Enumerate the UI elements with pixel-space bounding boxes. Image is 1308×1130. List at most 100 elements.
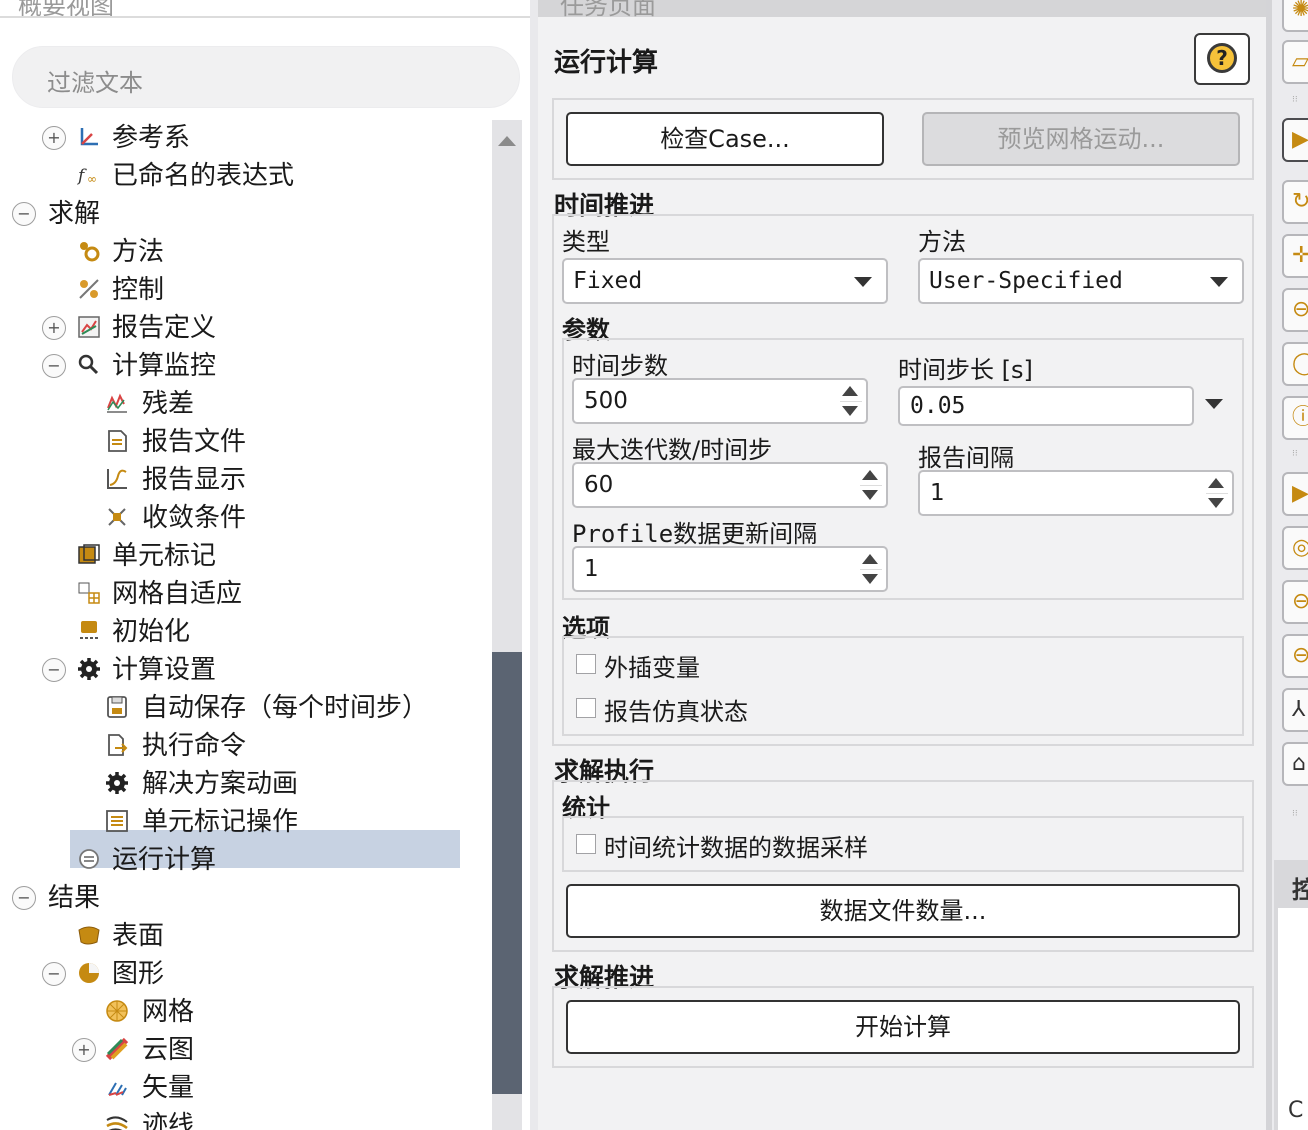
spin-down-arrow-icon[interactable] <box>862 574 878 584</box>
spin-down-arrow-icon[interactable] <box>1208 498 1224 508</box>
max-iterations-spinner[interactable]: 60 <box>572 462 888 508</box>
spin-up-arrow-icon[interactable] <box>862 470 878 480</box>
toolbar-zoom-out-button[interactable]: ⊖ <box>1282 634 1308 678</box>
graphics-toolbar: ✺ ▱ ⁝⁝ ▶ ↻ ✛ ⊖ ◯ ⓘ ⁝⁝ ▶ ◎ ⊖ ⊖ ⅄ ⌂ ⁝⁝ 控 C <box>1266 0 1308 1130</box>
tree-item-pathlines[interactable]: 迹线 <box>0 1108 480 1130</box>
tree-item-mesh-adaption[interactable]: 网格自适应 <box>0 576 480 612</box>
tree-item-reference-frames[interactable]: + 参考系 <box>0 120 480 156</box>
axes-icon: ⅄ <box>1292 697 1306 722</box>
tree-item-methods[interactable]: 方法 <box>0 234 480 270</box>
tree-item-contours[interactable]: + 云图 <box>0 1032 480 1068</box>
collapse-icon[interactable]: − <box>12 202 36 226</box>
extrapolate-variables-label: 外插变量 <box>604 654 700 682</box>
spin-down-arrow-icon[interactable] <box>842 406 858 416</box>
data-sampling-checkbox[interactable] <box>576 834 596 854</box>
toolbar-zoom-button[interactable]: ⊖ <box>1282 288 1308 332</box>
toolbar-axes-button[interactable]: ⅄ <box>1282 688 1308 732</box>
tree-item-report-plots[interactable]: 报告显示 <box>0 462 480 498</box>
expand-icon[interactable]: + <box>42 126 66 150</box>
toolbar-pointer-button[interactable]: ▶ <box>1282 118 1308 162</box>
toolbar-camera-button[interactable]: ⌂ <box>1282 742 1308 786</box>
tree-item-label: 求解 <box>48 199 101 229</box>
tree-item-results[interactable]: − 结果 <box>0 880 480 916</box>
calculate-button[interactable]: 开始计算 <box>566 1000 1240 1054</box>
tree-item-vectors[interactable]: 矢量 <box>0 1070 480 1106</box>
tree-item-autosave[interactable]: 自动保存（每个时间步） <box>0 690 480 726</box>
console-text: C <box>1288 1098 1304 1123</box>
tree-item-label: 方法 <box>112 237 165 267</box>
tree-item-graphics[interactable]: − 图形 <box>0 956 480 992</box>
spin-up-arrow-icon[interactable] <box>862 554 878 564</box>
time-steps-spinner[interactable]: 500 <box>572 378 868 424</box>
tree-item-execute-commands[interactable]: 执行命令 <box>0 728 480 764</box>
type-dropdown[interactable]: Fixed <box>562 258 888 304</box>
tree-item-initialization[interactable]: 初始化 <box>0 614 480 650</box>
initialization-icon <box>76 618 102 644</box>
spin-up-arrow-icon[interactable] <box>842 386 858 396</box>
graphics-pie-icon <box>76 960 102 986</box>
tree-item-run-calculation[interactable]: 运行计算 <box>0 842 480 878</box>
spin-down-arrow-icon[interactable] <box>862 490 878 500</box>
tree-item-surfaces[interactable]: 表面 <box>0 918 480 954</box>
console-area[interactable] <box>1278 908 1308 1130</box>
cell-register-icon <box>76 542 102 568</box>
report-simulation-status-checkbox[interactable] <box>576 698 596 718</box>
toolbar-fit-button[interactable]: ▶ <box>1282 472 1308 516</box>
check-case-button[interactable]: 检查Case... <box>566 112 884 166</box>
chevron-down-icon[interactable] <box>1205 399 1223 409</box>
tree-item-solution-animations[interactable]: 解决方案动画 <box>0 766 480 802</box>
tree-item-mesh[interactable]: 网格 <box>0 994 480 1030</box>
toolbar-zoom-in-button[interactable]: ⊖ <box>1282 580 1308 624</box>
spinner-divider <box>840 401 862 402</box>
scroll-up-arrow-icon[interactable] <box>498 136 516 146</box>
tree-item-label: 运行计算 <box>112 845 217 875</box>
collapse-icon[interactable]: − <box>12 886 36 910</box>
report-interval-spinner[interactable]: 1 <box>918 470 1234 516</box>
toolbar-pan-button[interactable]: ✛ <box>1282 234 1308 278</box>
help-button[interactable]: ? <box>1194 33 1250 85</box>
mesh-display-icon: ✺ <box>1292 0 1308 22</box>
task-page-title-bar: 任务页面 <box>538 0 1266 20</box>
tree-item-report-definitions[interactable]: + 报告定义 <box>0 310 480 346</box>
profile-update-interval-spinner[interactable]: 1 <box>572 546 888 592</box>
page-title: 运行计算 <box>554 48 659 78</box>
tree-item-convergence-conditions[interactable]: 收敛条件 <box>0 500 480 536</box>
collapse-icon[interactable]: − <box>42 354 66 378</box>
tree-item-label: 图形 <box>112 959 165 989</box>
collapse-icon[interactable]: − <box>42 962 66 986</box>
chevron-down-icon <box>1210 277 1228 287</box>
tree-item-residuals[interactable]: 残差 <box>0 386 480 422</box>
collapse-icon[interactable]: − <box>42 658 66 682</box>
toolbar-mesh-display-button[interactable]: ✺ <box>1282 0 1308 32</box>
expand-icon[interactable]: + <box>72 1038 96 1062</box>
svg-text:f: f <box>76 166 87 186</box>
fit-to-window-icon: ▶ <box>1292 481 1308 506</box>
panel-splitter[interactable] <box>1266 0 1272 1130</box>
outline-title-divider <box>0 16 530 18</box>
tree-item-report-files[interactable]: 报告文件 <box>0 424 480 460</box>
toolbar-rotate-button[interactable]: ↻ <box>1282 180 1308 224</box>
data-file-quantities-button[interactable]: 数据文件数量... <box>566 884 1240 938</box>
tree-item-calculation-activities[interactable]: − 计算设置 <box>0 652 480 688</box>
tree-item-cell-registers[interactable]: 单元标记 <box>0 538 480 574</box>
tree-item-solution[interactable]: − 求解 <box>0 196 480 232</box>
toolbar-save-picture-button[interactable]: ▱ <box>1282 40 1308 84</box>
method-dropdown[interactable]: User-Specified <box>918 258 1244 304</box>
tree-item-controls[interactable]: 控制 <box>0 272 480 308</box>
info-icon: ⓘ <box>1292 406 1308 430</box>
spin-up-arrow-icon[interactable] <box>1208 478 1224 488</box>
tree-item-cell-register-operations[interactable]: 单元标记操作 <box>0 804 480 840</box>
toolbar-probe-button[interactable]: ⓘ <box>1282 396 1308 440</box>
residuals-chart-icon <box>104 390 130 416</box>
expand-icon[interactable]: + <box>42 316 66 340</box>
filter-text-input[interactable]: 过滤文本 <box>12 46 520 108</box>
toolbar-view-button[interactable]: ◎ <box>1282 526 1308 570</box>
extrapolate-variables-checkbox[interactable] <box>576 654 596 674</box>
tree-vertical-scrollbar[interactable] <box>492 120 522 1130</box>
time-step-size-input[interactable]: 0.05 <box>898 386 1194 426</box>
scrollbar-thumb[interactable] <box>492 652 522 1094</box>
toolbar-grip-icon: ⁝⁝ <box>1292 809 1298 819</box>
tree-item-named-expressions[interactable]: f ∞ 已命名的表达式 <box>0 158 480 194</box>
tree-item-monitors[interactable]: − 计算监控 <box>0 348 480 384</box>
toolbar-zoom-box-button[interactable]: ◯ <box>1282 342 1308 386</box>
